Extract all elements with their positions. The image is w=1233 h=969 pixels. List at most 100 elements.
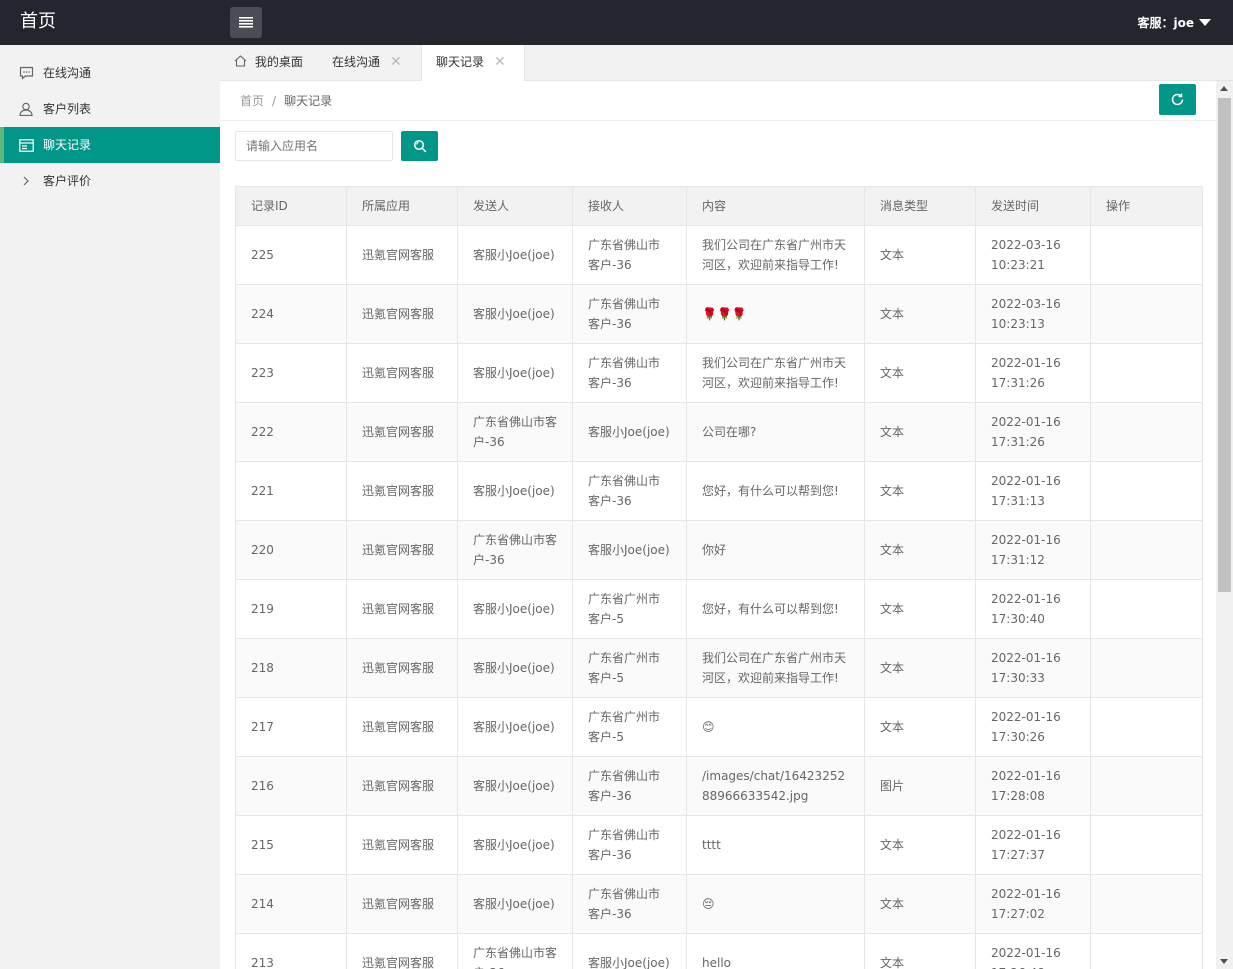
cell-message-content: 您好，有什么可以帮到您! [686, 579, 865, 639]
cell-sender: 客服小Joe(joe) [457, 225, 573, 285]
cell-actions[interactable] [1090, 579, 1203, 639]
cell-receiver: 广东省佛山市客户-36 [572, 225, 687, 285]
cell-record-id: 221 [235, 461, 347, 521]
sidebar-item-label: 客户列表 [43, 102, 92, 116]
cell-actions[interactable] [1090, 343, 1203, 403]
breadcrumb-home[interactable]: 首页 [240, 94, 264, 108]
cell-sender: 广东省佛山市客户-36 [457, 402, 573, 462]
cell-send-time: 2022-01-16 17:28:08 [975, 756, 1091, 816]
cell-actions[interactable] [1090, 697, 1203, 757]
cell-actions[interactable] [1090, 520, 1203, 580]
cell-receiver: 客服小Joe(joe) [572, 402, 687, 462]
scroll-down-icon[interactable] [1220, 959, 1228, 964]
table-row: 220 迅氪官网客服 广东省佛山市客户-36 客服小Joe(joe) 你好 文本 2022-… [235, 520, 1203, 580]
close-icon[interactable]: ✕ [494, 54, 506, 70]
cell-app-name: 迅氪官网客服 [346, 520, 458, 580]
sidebar-item-customer-reviews[interactable]: 客户评价 [0, 163, 220, 199]
cell-sender: 客服小Joe(joe) [457, 579, 573, 639]
table-row: 225 迅氪官网客服 客服小Joe(joe) 广东省佛山市客户-36 我们公司在广东省广… [235, 225, 1203, 285]
cell-message-content: 我们公司在广东省广州市天河区，欢迎前来指导工作! [686, 343, 865, 403]
menu-toggle-button[interactable] [230, 7, 262, 38]
scroll-thumb[interactable] [1218, 98, 1231, 592]
tab-chat-records[interactable]: 聊天记录 ✕ [421, 45, 525, 82]
cell-sender: 客服小Joe(joe) [457, 638, 573, 698]
cell-record-id: 215 [235, 815, 347, 875]
vertical-scrollbar[interactable] [1216, 81, 1233, 969]
cell-send-time: 2022-01-16 17:30:40 [975, 579, 1091, 639]
table-row: 216 迅氪官网客服 客服小Joe(joe) 广东省佛山市客户-36/images/c… [235, 756, 1203, 816]
cell-actions[interactable] [1090, 402, 1203, 462]
cell-actions[interactable] [1090, 638, 1203, 698]
table-row: 214 迅氪官网客服 客服小Joe(joe) 广东省佛山市客户-36 😔 文本 2022-0… [235, 874, 1203, 934]
cell-app-name: 迅氪官网客服 [346, 933, 458, 969]
cell-actions[interactable] [1090, 874, 1203, 934]
cell-send-time: 2022-01-16 17:31:26 [975, 402, 1091, 462]
divider [220, 120, 1216, 121]
search-input[interactable] [235, 131, 393, 161]
table-row: 217 迅氪官网客服 客服小Joe(joe) 广东省广州市客户-5 😊 文本 2022-01… [235, 697, 1203, 757]
cell-message-type: 文本 [864, 874, 976, 934]
tab-label: 我的桌面 [254, 55, 303, 69]
cell-message-content: 您好，有什么可以帮到您! [686, 461, 865, 521]
tab-online-chat[interactable]: 在线沟通 ✕ [332, 45, 402, 81]
cell-message-content: 我们公司在广东省广州市天河区，欢迎前来指导工作! [686, 638, 865, 698]
cell-send-time: 2022-01-16 17:30:26 [975, 697, 1091, 757]
column-header: 接收人 [572, 186, 687, 226]
cell-receiver: 客服小Joe(joe) [572, 520, 687, 580]
close-icon[interactable]: ✕ [390, 54, 402, 70]
cell-app-name: 迅氪官网客服 [346, 343, 458, 403]
cell-app-name: 迅氪官网客服 [346, 874, 458, 934]
sidebar-item-customer-list[interactable]: 客户列表 [0, 91, 220, 127]
cell-actions[interactable] [1090, 815, 1203, 875]
cell-send-time: 2022-01-16 17:31:26 [975, 343, 1091, 403]
cell-record-id: 217 [235, 697, 347, 757]
table-header: 记录ID 所属应用 发送人 接收人 内容 消息类型 发送时间 操作 [235, 186, 1203, 226]
cell-send-time: 2022-03-16 10:23:13 [975, 284, 1091, 344]
cell-record-id: 222 [235, 402, 347, 462]
cell-message-type: 图片 [864, 756, 976, 816]
cell-receiver: 客服小Joe(joe) [572, 933, 687, 969]
chat-icon [18, 65, 34, 81]
cell-message-content: 我们公司在广东省广州市天河区，欢迎前来指导工作! [686, 225, 865, 285]
breadcrumb: 首页 / 聊天记录 [240, 92, 332, 109]
scroll-up-icon[interactable] [1220, 86, 1228, 91]
refresh-button[interactable] [1159, 84, 1196, 115]
table-row: 213迅氪官网客服广东省佛山市客户-36客服小Joe(joe)hello文本20… [235, 933, 1203, 969]
cell-receiver: 广东省佛山市客户-36 [572, 461, 687, 521]
cell-message-type: 文本 [864, 638, 976, 698]
cell-receiver: 广东省广州市客户-5 [572, 579, 687, 639]
cell-actions[interactable] [1090, 933, 1203, 969]
cell-receiver: 广东省佛山市客户-36 [572, 756, 687, 816]
sidebar-item-online-chat[interactable]: 在线沟通 [0, 55, 220, 91]
user-menu[interactable]: 客服：joe [1138, 0, 1211, 45]
sidebar-item-chat-records[interactable]: 聊天记录 [0, 127, 220, 163]
cell-sender: 客服小Joe(joe) [457, 461, 573, 521]
cell-app-name: 迅氪官网客服 [346, 697, 458, 757]
cell-receiver: 广东省广州市客户-5 [572, 697, 687, 757]
search-button[interactable] [401, 131, 438, 161]
cell-actions[interactable] [1090, 284, 1203, 344]
cell-actions[interactable] [1090, 461, 1203, 521]
cell-record-id: 220 [235, 520, 347, 580]
caret-down-icon [1199, 19, 1211, 26]
column-header: 操作 [1090, 186, 1203, 226]
cell-send-time: 2022-01-16 17:31:13 [975, 461, 1091, 521]
cell-message-content: 😊 [686, 697, 865, 757]
cell-app-name: 迅氪官网客服 [346, 756, 458, 816]
cell-send-time: 2022-01-16 17:27:37 [975, 815, 1091, 875]
main-content: 首页/聊天记录 记录ID所属应用发送人接收人内容消息类型发送时间操作 225迅氪… [220, 81, 1216, 969]
cell-actions[interactable] [1090, 225, 1203, 285]
logo-home[interactable]: 首页 [0, 0, 220, 45]
tab-my-desktop[interactable]: 我的桌面 [234, 45, 303, 81]
cell-sender: 客服小Joe(joe) [457, 697, 573, 757]
list-icon [18, 137, 34, 153]
cell-app-name: 迅氪官网客服 [346, 284, 458, 344]
sidebar: 在线沟通 客户列表 聊天记录 客户评价 [0, 45, 220, 969]
table-row: 221 迅氪官网客服 客服小Joe(joe) 广东省佛山市客户-36 您好，有什么可以帮… [235, 461, 1203, 521]
sidebar-item-label: 聊天记录 [43, 138, 92, 152]
cell-receiver: 广东省佛山市客户-36 [572, 815, 687, 875]
cell-record-id: 214 [235, 874, 347, 934]
user-icon [18, 101, 34, 117]
chevron-right-icon [18, 173, 34, 189]
cell-actions[interactable] [1090, 756, 1203, 816]
